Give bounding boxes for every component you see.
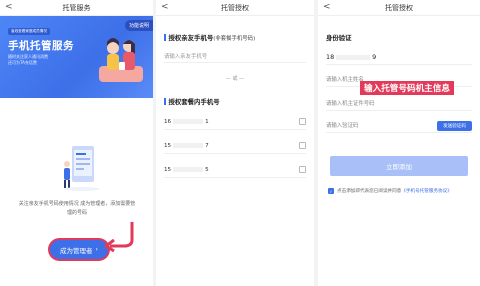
section-label: 授权套餐内手机号: [168, 98, 220, 106]
agreement-link[interactable]: 《手机号托管服务协议》: [401, 189, 452, 194]
hero-subtitle-2: 还可为TA充话费: [8, 60, 37, 65]
friend-number-placeholder: 请输入亲友手机号: [164, 53, 208, 60]
section-label: 授权亲友手机号: [168, 34, 214, 42]
become-manager-label: 成为管理者: [60, 246, 93, 255]
checkbox[interactable]: [299, 166, 306, 173]
hero-tag: 省线查看家庭成员情况: [8, 28, 50, 35]
nav-bar: < 托管授权: [156, 0, 314, 16]
agreement-row: ✓ 点击添加即代表您已阅读并同意《手机号托管服务协议》: [328, 188, 474, 194]
list-item[interactable]: 16 1: [164, 114, 306, 130]
agree-label: 点击添加即代表您已阅读并同意: [337, 189, 402, 194]
hosting-service-screen: < 托管服务 省线查看家庭成员情况 手机托管服务 随时关注家人通讯消费 还可为T…: [0, 0, 153, 286]
or-divider: — 或 —: [225, 76, 245, 82]
number-text: 15 5: [164, 166, 209, 173]
checkbox[interactable]: [299, 118, 306, 125]
agree-text: 点击添加即代表您已阅读并同意《手机号托管服务协议》: [337, 188, 452, 194]
add-now-button[interactable]: 立即添加: [330, 156, 468, 176]
hero-title: 手机托管服务: [8, 40, 74, 52]
nav-bar: < 托管服务: [0, 0, 153, 16]
number-prefix: 18: [326, 53, 335, 61]
masked-digits: [173, 118, 204, 124]
authorization-screen: < 托管授权 授权亲友手机号 (非套餐手机号码) 请输入亲友手机号 — 或 — …: [156, 0, 314, 286]
send-code-button[interactable]: 发送验证码: [437, 121, 472, 131]
phone-management-illustration: [64, 146, 100, 191]
masked-digits: [173, 142, 204, 148]
family-illustration: [99, 38, 143, 82]
verification-code-placeholder: 请输入验证码: [326, 123, 359, 129]
section-label: 身份验证: [326, 34, 352, 42]
number-text: 16 1: [164, 118, 209, 125]
identity-section: 身份验证: [326, 33, 352, 42]
number-prefix: 15: [164, 166, 172, 173]
identity-verification-screen: < 托管授权 身份验证 18 9 请输入机主姓名 请输入机主证件号码 请输入验证码…: [318, 0, 480, 286]
page-title: 托管授权: [221, 3, 249, 12]
back-icon[interactable]: <: [161, 2, 169, 12]
number-suffix: 9: [372, 53, 377, 61]
chevron-right-icon: ›: [95, 246, 98, 253]
back-icon[interactable]: <: [323, 2, 331, 12]
section-marker: [164, 98, 166, 105]
friend-number-input[interactable]: 请输入亲友手机号: [164, 49, 306, 63]
checkbox[interactable]: [299, 142, 306, 149]
back-icon[interactable]: <: [5, 2, 13, 12]
annotation-banner: 输入托管号码机主信息: [360, 81, 454, 95]
service-description: 关注亲友手机号码使用情况 成为管理者，添加需要管理的号码: [18, 201, 136, 216]
section-note: (非套餐手机号码): [213, 35, 256, 42]
page-title: 托管授权: [385, 3, 413, 12]
number-suffix: 1: [205, 118, 209, 125]
number-prefix: 16: [164, 118, 172, 125]
owner-id-placeholder: 请输入机主证件号码: [326, 101, 375, 107]
owner-id-input[interactable]: 请输入机主证件号码: [326, 96, 472, 111]
number-text: 15 7: [164, 142, 209, 149]
verification-code-input[interactable]: 请输入验证码 发送验证码: [326, 118, 472, 133]
number-suffix: 7: [205, 142, 209, 149]
hero-banner: 省线查看家庭成员情况 手机托管服务 随时关注家人通讯消费 还可为TA充话费 功能…: [0, 16, 153, 98]
page-title: 托管服务: [62, 3, 91, 12]
agree-checkbox[interactable]: ✓: [328, 188, 334, 194]
masked-digits: [336, 54, 371, 60]
list-item[interactable]: 15 7: [164, 138, 306, 154]
nav-bar: < 托管授权: [318, 0, 480, 16]
become-manager-button[interactable]: 成为管理者 ›: [50, 240, 108, 259]
package-number-section: 授权套餐内手机号: [164, 97, 220, 106]
red-arrow-annotation: [103, 222, 134, 252]
list-item[interactable]: 15 5: [164, 162, 306, 178]
number-suffix: 5: [205, 166, 209, 173]
number-prefix: 15: [164, 142, 172, 149]
owner-name-placeholder: 请输入机主姓名: [326, 77, 364, 83]
selected-number: 18 9: [326, 50, 472, 65]
masked-digits: [173, 166, 204, 172]
section-marker: [164, 34, 166, 41]
friend-number-section: 授权亲友手机号 (非套餐手机号码): [164, 33, 255, 42]
